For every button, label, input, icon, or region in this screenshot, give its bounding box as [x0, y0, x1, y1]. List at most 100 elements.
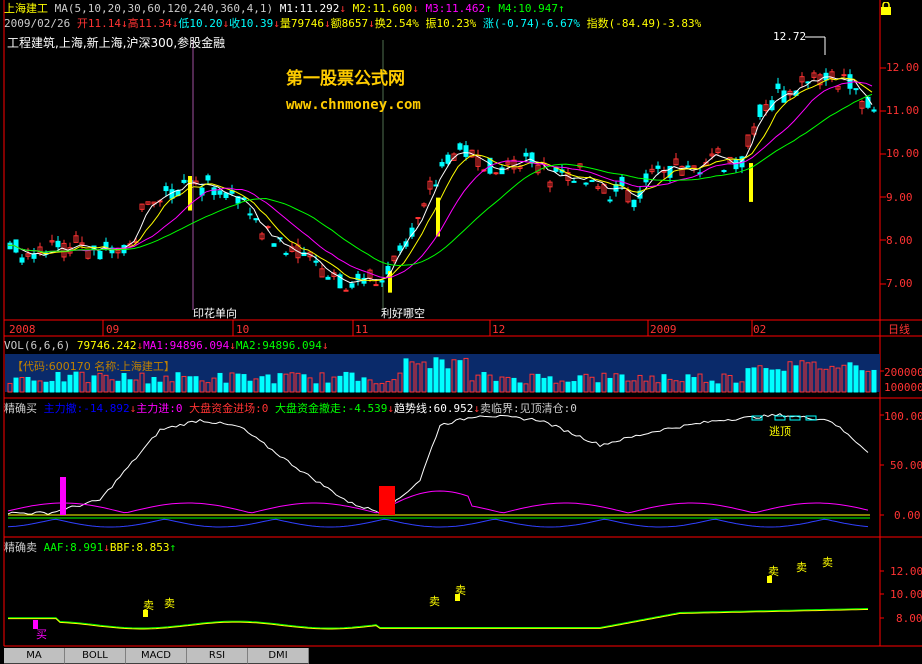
main-force-in: 主力进:0: [136, 402, 183, 415]
volume-bar: [607, 377, 613, 393]
period-label[interactable]: 日线: [888, 323, 910, 336]
volume-bar: [481, 372, 487, 393]
volume-bar: [547, 376, 553, 393]
volume-bar: [259, 376, 265, 393]
candle-body: [217, 190, 223, 195]
candle-body: [529, 152, 535, 164]
volume-bar: [313, 383, 319, 393]
volume-bar: [127, 379, 133, 393]
tab-boll[interactable]: BOLL: [65, 648, 126, 664]
candle-body: [439, 162, 445, 167]
buy-panel-header: 精确买 主力撤:-14.892↓主力进:0 大盘资金进场:0 大盘资金撤走:-4…: [4, 402, 577, 415]
price-tick: 10.00: [886, 147, 920, 160]
volume-bar: [55, 371, 61, 393]
volume-bar: [457, 360, 463, 393]
trend-line-value: 趋势线:60.952: [393, 402, 474, 415]
volume-bar: [745, 368, 751, 393]
annotation-stamp-duty: 印花单向: [193, 307, 237, 320]
sell-signal: 卖: [143, 599, 154, 612]
x-label: 2008: [9, 323, 36, 336]
volume-bar: [115, 380, 121, 393]
sell-signal: 卖: [164, 597, 175, 610]
candle-body: [757, 104, 763, 117]
candle-body: [871, 109, 877, 112]
sell-critical: 卖临界:见顶清仓:0: [479, 402, 577, 415]
volume-bar: [277, 373, 283, 393]
candle-body: [55, 240, 61, 248]
candle-body: [31, 253, 37, 259]
x-label: 10: [236, 323, 250, 336]
volume-bar: [493, 380, 499, 393]
volume-bar: [577, 375, 583, 393]
volume-bar: [325, 382, 331, 393]
volume-bar: [685, 374, 691, 393]
volume-bar: [661, 374, 667, 393]
m1-value: M1:11.292: [279, 2, 340, 15]
volume-bar: [157, 381, 163, 393]
volume-bar: [337, 375, 343, 393]
volume-bar: [853, 365, 859, 393]
volume-bar: [769, 369, 775, 393]
candle-body: [97, 250, 103, 260]
tab-ma[interactable]: MA: [4, 648, 65, 664]
sell-panel-header: 精确卖 AAF:8.991↓BBF:8.853↑: [4, 541, 177, 554]
candle-body: [571, 180, 577, 183]
candle-body: [325, 276, 331, 280]
ma-params: MA(5,10,20,30,60,120,240,360,4,1): [54, 2, 274, 15]
volume-bar: [175, 372, 181, 393]
tab-dmi[interactable]: DMI: [248, 648, 309, 664]
x-label: 11: [355, 323, 369, 336]
aaf-line: [8, 608, 869, 629]
price-tick: 8.00: [886, 234, 913, 247]
volume-bar: [439, 359, 445, 393]
volume-bar: [427, 368, 433, 393]
volume-bar: [751, 367, 757, 393]
volume-bar: [247, 380, 253, 393]
buy-tick: 50.00: [890, 459, 922, 472]
volume-bar: [709, 380, 715, 393]
m2-value: M2:11.600: [352, 2, 413, 15]
sell-signal: 卖: [455, 584, 466, 597]
volume-bar: [541, 377, 547, 393]
volume-bar: [73, 371, 79, 393]
volume-bar: [67, 374, 73, 393]
sell-tick: 10.00: [890, 588, 922, 601]
volume-bar: [781, 370, 787, 393]
candle-body: [343, 289, 349, 292]
volume-bar: [121, 373, 127, 393]
volume-bar: [871, 369, 877, 393]
kline-chart: [3, 0, 922, 647]
tab-rsi[interactable]: RSI: [187, 648, 248, 664]
volume-tick: 100000: [884, 381, 922, 394]
x-label: 12: [492, 323, 506, 336]
volume-bar: [859, 370, 865, 393]
lock-icon[interactable]: [880, 2, 892, 15]
candle-body: [589, 180, 595, 183]
volume-bar: [517, 382, 523, 393]
candle-body: [223, 192, 229, 199]
candle-body: [7, 242, 13, 250]
candle-body: [247, 213, 253, 216]
volume-bar: [433, 357, 439, 393]
main-force-out: 主力撤:-14.892: [43, 402, 130, 415]
volume-bar: [763, 368, 769, 393]
candle-body: [445, 154, 451, 164]
header-row-2: 2009/02/26 开11.14↓高11.34↓低10.20↓收10.39↓量…: [4, 17, 702, 30]
volume-bar: [511, 377, 517, 393]
concept-tags: 工程建筑,上海,新上海,沪深300,参股金融: [7, 36, 226, 50]
turnover-value: 换2.54%: [374, 17, 419, 30]
candle-body: [463, 145, 469, 157]
annotation-good-news: 利好哪空: [381, 307, 425, 320]
sell-tick: 8.00: [896, 612, 922, 625]
main-force-out-line: [7, 518, 869, 528]
volume-bar: [565, 381, 571, 393]
signal-candle: [749, 163, 753, 202]
big-money-in-bar: [379, 486, 395, 515]
candle-body: [271, 243, 277, 247]
candle-body: [721, 170, 727, 173]
volume-bar: [49, 380, 55, 393]
candle-body: [853, 88, 859, 91]
tab-macd[interactable]: MACD: [126, 648, 187, 664]
volume-bar: [595, 382, 601, 393]
aaf-value: AAF:8.991: [43, 541, 104, 554]
